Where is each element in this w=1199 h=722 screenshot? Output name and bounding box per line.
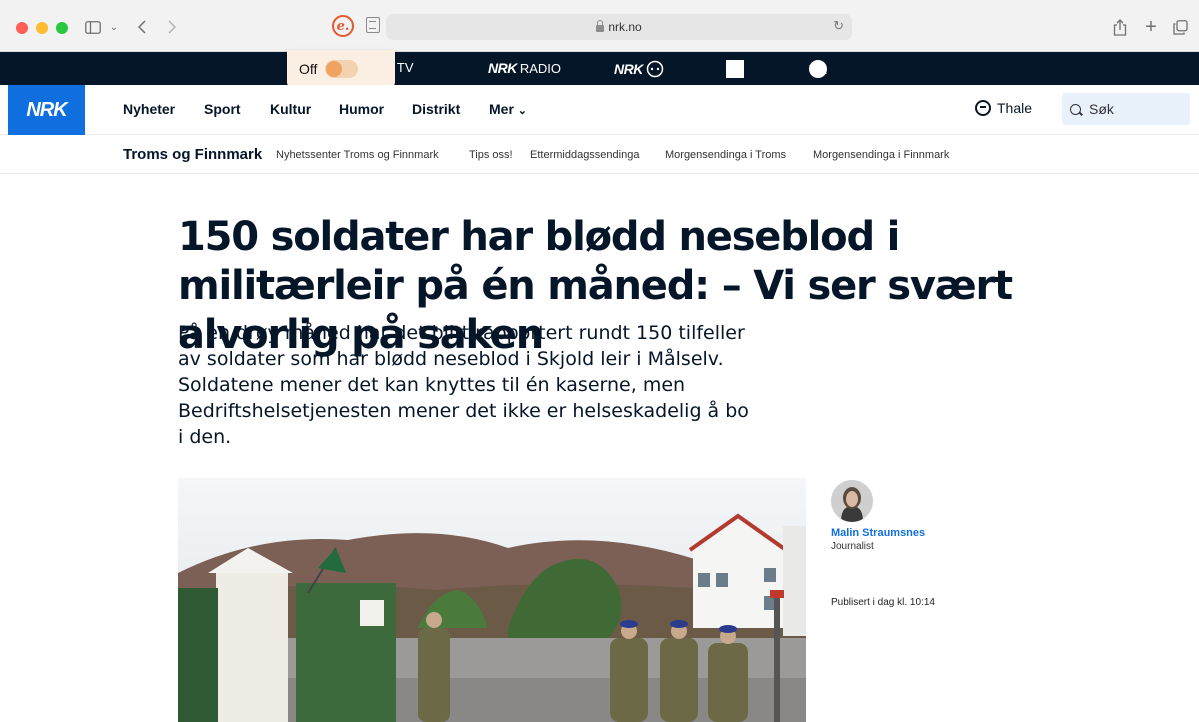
subnav-link-nyhetssenter[interactable]: Nyhetssenter Troms og Finnmark xyxy=(276,149,439,161)
region-title[interactable]: Troms og Finnmark xyxy=(123,146,262,163)
article-photo[interactable] xyxy=(178,478,806,722)
new-tab-icon[interactable]: + xyxy=(1143,16,1159,38)
subnav-link-tips[interactable]: Tips oss! xyxy=(469,149,513,161)
nrk-logo[interactable]: NRK xyxy=(8,85,85,135)
extension-icon[interactable]: e. xyxy=(332,15,354,37)
close-window-button[interactable] xyxy=(16,22,28,34)
avatar[interactable] xyxy=(831,480,873,522)
nav-item-kultur[interactable]: Kultur xyxy=(270,101,311,117)
nrk-tv-label: TV xyxy=(396,60,414,75)
main-nav: NRK Nyheter Sport Kultur Humor Distrikt … xyxy=(0,85,1199,135)
author-role: Journalist xyxy=(831,541,874,552)
zoom-window-button[interactable] xyxy=(56,22,68,34)
address-bar[interactable]: nrk.no ↻ xyxy=(386,14,852,40)
search-field[interactable]: Søk xyxy=(1062,93,1190,125)
nrk-logo-text: NRK xyxy=(26,98,67,121)
browser-toolbar: ⌄ e. nrk.no ↻ + xyxy=(0,0,1199,52)
reload-icon[interactable]: ↻ xyxy=(833,18,844,34)
sidebar-icon[interactable] xyxy=(84,16,102,38)
nav-item-distrikt[interactable]: Distrikt xyxy=(412,101,460,117)
yr-label: YR xyxy=(808,61,828,77)
nav-item-mer[interactable]: Mer ⌄ xyxy=(489,101,527,117)
yr-link[interactable]: YR xyxy=(809,60,827,78)
chevron-down-icon[interactable]: ⌄ xyxy=(108,16,120,38)
p3-link[interactable]: P3 xyxy=(726,60,744,78)
share-icon[interactable] xyxy=(1112,16,1128,38)
extension-toggle-label: Off xyxy=(299,61,318,77)
toggle-knob xyxy=(326,61,343,77)
p3-label: P3 xyxy=(727,61,743,77)
minimize-window-button[interactable] xyxy=(36,22,48,34)
subnav-link-morgen-finnmark[interactable]: Morgensendinga i Finnmark xyxy=(813,149,949,161)
nrk-super-link[interactable]: NRK xyxy=(614,60,664,78)
thale-label: Thale xyxy=(997,100,1033,116)
author-name[interactable]: Malin Straumsnes xyxy=(831,527,925,539)
region-subnav: Troms og Finnmark Nyhetssenter Troms og … xyxy=(0,136,1199,174)
search-placeholder: Søk xyxy=(1089,101,1114,117)
search-icon xyxy=(1070,103,1081,115)
article-lead: På en drøy måned har det blitt rapporter… xyxy=(178,322,749,448)
nav-item-mer-label: Mer xyxy=(489,101,514,117)
author-block xyxy=(831,480,873,522)
subnav-link-morgen-troms[interactable]: Morgensendinga i Troms xyxy=(665,149,786,161)
nrk-super-logo-word: NRK xyxy=(614,61,643,77)
nrk-radio-label: RADIO xyxy=(519,60,562,76)
smiley-icon xyxy=(646,60,664,78)
extension-toggle[interactable] xyxy=(325,60,359,78)
published-timestamp: Publisert i dag kl. 10:14 xyxy=(831,597,935,608)
nrk-services-bar: K TV NRK RADIO NRK P3 YR xyxy=(0,52,1199,85)
nav-item-sport[interactable]: Sport xyxy=(204,101,241,117)
tab-overview-icon[interactable] xyxy=(1172,16,1188,38)
subnav-link-ettermiddag[interactable]: Ettermiddagssendinga xyxy=(530,149,639,161)
thale-button[interactable]: Thale xyxy=(975,100,1032,116)
forward-button[interactable] xyxy=(165,16,179,38)
reader-mode-icon[interactable] xyxy=(366,17,380,33)
back-button[interactable] xyxy=(135,16,149,38)
nav-item-humor[interactable]: Humor xyxy=(339,101,384,117)
nrk-radio-link[interactable]: NRK RADIO xyxy=(488,60,561,76)
url-text: nrk.no xyxy=(608,20,642,34)
nrk-radio-logo-word: NRK xyxy=(488,60,517,76)
nav-item-nyheter[interactable]: Nyheter xyxy=(123,101,175,117)
speech-icon xyxy=(975,100,991,116)
lock-icon xyxy=(596,19,605,32)
extension-popup: Off xyxy=(287,50,395,88)
chevron-down-icon: ⌄ xyxy=(517,105,528,117)
